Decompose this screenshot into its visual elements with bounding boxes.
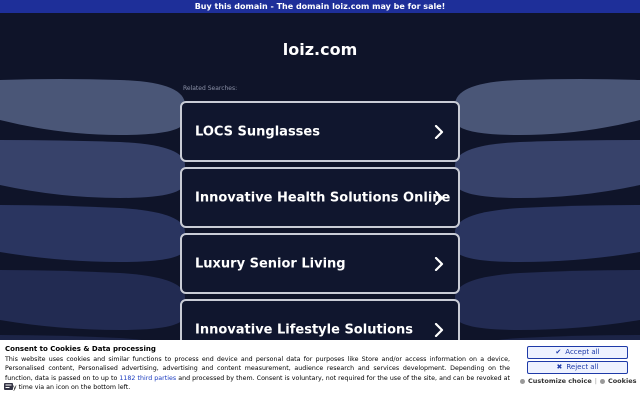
consent-links: Customize choice | Cookies bbox=[520, 377, 636, 385]
domain-title: loiz.com bbox=[282, 40, 358, 59]
cookie-consent-banner: Consent to Cookies & Data processing Thi… bbox=[0, 340, 640, 400]
chevron-right-icon bbox=[434, 322, 444, 337]
third-parties-link[interactable]: 1182 third parties bbox=[119, 375, 176, 382]
search-link-label: LOCS Sunglasses bbox=[195, 124, 320, 139]
separator: | bbox=[594, 377, 597, 385]
reject-all-button[interactable]: ✖ Reject all bbox=[527, 361, 628, 374]
search-link-label: Innovative Health Solutions Online bbox=[195, 190, 451, 205]
search-link-locs-sunglasses[interactable]: LOCS Sunglasses bbox=[180, 101, 460, 162]
consent-text: This website uses cookies and similar fu… bbox=[5, 355, 510, 392]
search-link-luxury-senior-living[interactable]: Luxury Senior Living bbox=[180, 233, 460, 294]
related-searches-label: Related Searches: bbox=[183, 85, 238, 92]
close-icon: ✖ bbox=[556, 363, 563, 371]
search-link-label: Innovative Lifestyle Solutions bbox=[195, 322, 414, 337]
cookie-icon bbox=[599, 378, 605, 384]
domain-sale-banner[interactable]: Buy this domain - The domain loiz.com ma… bbox=[0, 0, 640, 13]
gear-icon bbox=[520, 378, 525, 384]
customize-choice-link[interactable]: Customize choice bbox=[520, 377, 592, 385]
chevron-right-icon bbox=[434, 190, 444, 205]
chevron-right-icon bbox=[434, 124, 444, 139]
check-icon: ✔ bbox=[555, 348, 562, 356]
accept-all-label: Accept all bbox=[565, 348, 600, 356]
chevron-right-icon bbox=[434, 256, 444, 271]
search-link-label: Luxury Senior Living bbox=[195, 256, 346, 271]
search-link-innovative-health-solutions-online[interactable]: Innovative Health Solutions Online bbox=[180, 167, 460, 228]
cookies-link[interactable]: Cookies bbox=[599, 377, 637, 385]
cookie-settings-icon[interactable] bbox=[4, 383, 13, 390]
reject-all-label: Reject all bbox=[566, 363, 599, 371]
cookies-label: Cookies bbox=[607, 377, 637, 385]
accept-all-button[interactable]: ✔ Accept all bbox=[527, 346, 628, 359]
customize-choice-label: Customize choice bbox=[528, 377, 592, 385]
consent-title: Consent to Cookies & Data processing bbox=[5, 345, 156, 353]
